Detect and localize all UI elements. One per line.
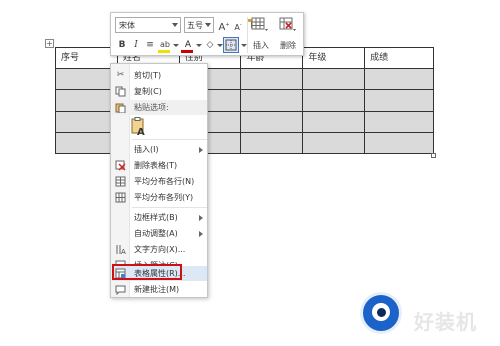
menu-item-distribute-rows[interactable]: 平均分布各行(N) xyxy=(112,174,207,189)
header-cell-seq[interactable]: 序号 xyxy=(55,46,118,70)
table-cell[interactable] xyxy=(302,131,366,155)
document-canvas: + 序号 姓名 性别 年龄 年级 成绩 宋体 五号 A+ A- 插入 删除 B … xyxy=(0,0,500,346)
chevron-right-icon xyxy=(199,231,203,237)
menu-item-label: 插入(I) xyxy=(134,145,159,154)
menu-item-autofit[interactable]: 自动调整(A) xyxy=(112,226,207,241)
font-name-value: 宋体 xyxy=(119,21,135,30)
menu-item-label: 剪切(T) xyxy=(134,71,162,80)
menu-item-insert[interactable]: 插入(I) xyxy=(112,142,207,157)
annotation-highlight-box xyxy=(112,264,182,280)
font-color-swatch xyxy=(181,50,193,53)
context-menu: ✂ 剪切(T) 复制(C) 粘贴选项: A 插入(I) 删除表格(T) 平均分布… xyxy=(110,63,208,298)
shrink-font-button[interactable]: A- xyxy=(231,18,245,32)
menu-item-label: 自动调整(A) xyxy=(134,229,178,238)
menu-item-cut[interactable]: ✂ 剪切(T) xyxy=(112,68,207,83)
distribute-rows-icon xyxy=(115,176,126,187)
insert-table-icon xyxy=(251,17,268,31)
table-cell[interactable] xyxy=(55,110,118,133)
center-align-button[interactable]: ≡ xyxy=(143,38,157,52)
menu-item-label: 新建批注(M) xyxy=(134,285,180,294)
scissors-icon: ✂ xyxy=(116,70,125,80)
delete-label: 删除 xyxy=(280,41,296,50)
paste-icon xyxy=(115,102,126,114)
watermark-text: 好装机 xyxy=(414,310,477,334)
mini-toolbar: 宋体 五号 A+ A- 插入 删除 B I ≡ ab A ◇ xyxy=(110,12,304,56)
menu-divider xyxy=(132,207,207,208)
header-cell-score[interactable]: 成绩 xyxy=(364,46,434,70)
svg-text:A: A xyxy=(121,248,126,255)
text-direction-icon: A xyxy=(115,244,126,256)
menu-item-label: 复制(C) xyxy=(134,87,162,96)
menu-item-new-comment[interactable]: 新建批注(M) xyxy=(112,282,207,297)
menu-item-border-styles[interactable]: 边框样式(B) xyxy=(112,210,207,225)
table-move-handle[interactable]: + xyxy=(45,39,54,48)
paste-keep-text-only-button[interactable]: A xyxy=(130,117,148,138)
menu-divider xyxy=(132,139,207,140)
table-cell[interactable] xyxy=(55,89,118,112)
table-cell[interactable] xyxy=(364,131,434,155)
distribute-columns-icon xyxy=(115,192,126,203)
borders-icon xyxy=(225,39,237,51)
copy-icon xyxy=(115,86,126,97)
chevron-down-icon[interactable] xyxy=(241,44,247,47)
menu-item-distribute-columns[interactable]: 平均分布各列(Y) xyxy=(112,190,207,205)
chevron-right-icon xyxy=(199,147,203,153)
header-cell-grade[interactable]: 年级 xyxy=(302,46,366,70)
menu-section-paste-options: 粘贴选项: xyxy=(112,100,207,115)
delete-table-icon xyxy=(115,160,126,171)
menu-item-label: 删除表格(T) xyxy=(134,161,178,170)
table-cell[interactable] xyxy=(302,68,366,91)
insert-label: 插入 xyxy=(253,41,269,50)
menu-item-delete-table[interactable]: 删除表格(T) xyxy=(112,158,207,173)
table-resize-handle[interactable] xyxy=(431,153,436,158)
chevron-down-icon xyxy=(172,23,178,27)
font-size-value: 五号 xyxy=(187,21,203,30)
insert-table-button[interactable] xyxy=(251,17,269,33)
font-name-dropdown[interactable]: 宋体 xyxy=(115,17,181,33)
borders-button[interactable] xyxy=(223,37,239,53)
table-cell[interactable] xyxy=(240,110,304,133)
menu-item-label: 粘贴选项: xyxy=(134,103,169,112)
menu-item-label: 边框样式(B) xyxy=(134,213,178,222)
menu-item-label: 平均分布各行(N) xyxy=(134,177,195,186)
table-cell[interactable] xyxy=(240,89,304,112)
table-cell[interactable] xyxy=(302,89,366,112)
menu-item-label: 文字方向(X)... xyxy=(134,245,186,254)
grow-font-button[interactable]: A+ xyxy=(217,18,231,33)
comment-icon xyxy=(115,284,126,296)
menu-item-text-direction[interactable]: A 文字方向(X)... xyxy=(112,242,207,257)
table-cell[interactable] xyxy=(364,110,434,133)
italic-button[interactable]: I xyxy=(129,38,143,52)
highlight-color-swatch xyxy=(158,50,170,53)
menu-item-label: 平均分布各列(Y) xyxy=(134,193,194,202)
chevron-right-icon xyxy=(199,215,203,221)
bold-button[interactable]: B xyxy=(115,38,129,52)
table-cell[interactable] xyxy=(364,89,434,112)
delete-table-icon xyxy=(279,17,296,31)
table-cell[interactable] xyxy=(364,68,434,91)
table-cell[interactable] xyxy=(240,68,304,91)
table-cell[interactable] xyxy=(55,131,118,155)
delete-table-button[interactable] xyxy=(279,17,297,33)
menu-item-copy[interactable]: 复制(C) xyxy=(112,84,207,99)
watermark-pupil xyxy=(377,308,386,317)
shading-button[interactable]: ◇ xyxy=(203,38,217,52)
table-cell[interactable] xyxy=(240,131,304,155)
paste-text-only-icon: A xyxy=(131,117,145,138)
chevron-down-icon[interactable] xyxy=(173,44,179,47)
table-cell[interactable] xyxy=(302,110,366,133)
chevron-down-icon[interactable] xyxy=(196,44,202,47)
chevron-down-icon xyxy=(205,23,211,27)
svg-text:A: A xyxy=(137,127,145,137)
font-size-dropdown[interactable]: 五号 xyxy=(184,17,214,33)
table-cell[interactable] xyxy=(55,68,118,91)
